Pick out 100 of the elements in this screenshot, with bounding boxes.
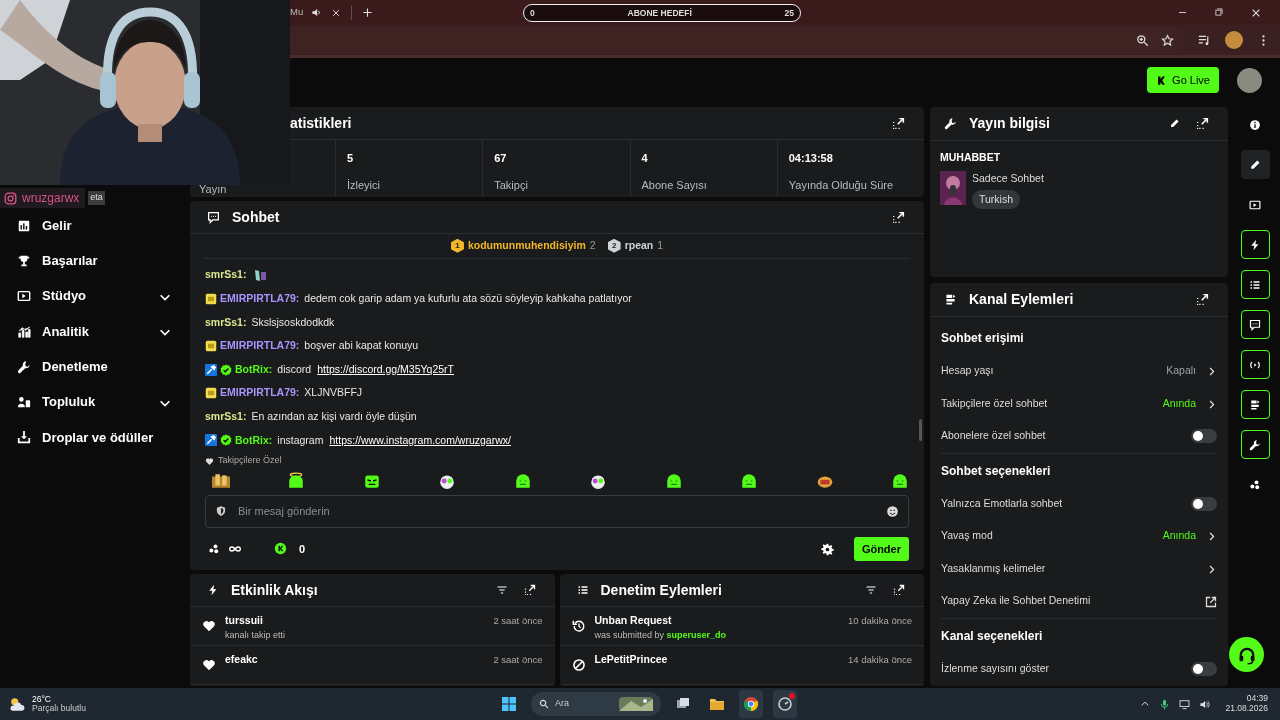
emote-icon[interactable] — [212, 471, 230, 490]
video-icon — [17, 289, 31, 304]
popout-icon — [892, 116, 905, 130]
sidebar-item[interactable]: Stüdyo — [0, 278, 190, 314]
sidebar-item[interactable]: Denetleme — [0, 349, 190, 385]
emote-icon[interactable] — [664, 471, 683, 490]
user-avatar[interactable] — [1237, 67, 1262, 93]
emote-icon[interactable] — [890, 471, 909, 490]
ban-icon — [571, 658, 586, 672]
help-button[interactable] — [1229, 637, 1264, 672]
sidebar-item[interactable]: Analitik — [0, 313, 190, 350]
setting-label: Abonelere özel sohbet — [941, 428, 1046, 444]
chat-link[interactable]: https://www.instagram.com/wruzgarwx/ — [329, 432, 511, 449]
chat-message: dedem cok garip adam ya kufurlu ata sözü söyleyip kahkaha patlatıyor — [304, 291, 632, 307]
chat-link[interactable]: https://discord.gg/M35Yq25rT — [317, 361, 454, 378]
restore-icon — [1214, 6, 1224, 17]
popout-icon — [523, 584, 536, 596]
sidebar-item[interactable]: Droplar ve ödüller — [0, 419, 190, 456]
search-field[interactable]: Ara — [531, 692, 661, 716]
chat-username[interactable]: BotRix: — [235, 432, 273, 449]
app-icon — [777, 696, 793, 712]
emote-icon[interactable] — [287, 471, 306, 490]
language-tag[interactable]: Turkish — [972, 189, 1021, 210]
setting-value: Anında — [1162, 528, 1196, 544]
chat-username[interactable]: EMIRPIRTLA79: — [220, 338, 300, 354]
setting-row[interactable]: Yapay Zeka ile Sohbet Denetimi — [930, 585, 1228, 618]
sidebar-label: Başarılar — [42, 252, 98, 271]
stat-label: Takipçi — [494, 177, 529, 193]
event-time: 2 saat önce — [493, 614, 543, 628]
setting-row[interactable]: Yasaklanmış kelimeler — [930, 552, 1228, 585]
sidebar-label: Stüdyo — [42, 287, 87, 306]
scrollbar-thumb[interactable] — [919, 418, 922, 441]
sidebar-item[interactable]: Başarılar — [0, 243, 190, 279]
bookmark-star-icon — [1161, 33, 1174, 47]
panel-toggle-button[interactable] — [1240, 390, 1270, 419]
setting-row[interactable]: Yavaş mod Anında — [930, 520, 1228, 553]
chat-icon — [1249, 318, 1261, 331]
layout-icon — [1249, 398, 1261, 411]
panel-title: Yayın bilgisi — [969, 114, 1050, 133]
display-icon — [1179, 698, 1191, 710]
emote-icon[interactable] — [513, 471, 532, 490]
panel-toggle-button[interactable] — [1240, 270, 1270, 299]
toggle-switch[interactable] — [1191, 661, 1217, 676]
send-button[interactable]: Gönder — [853, 536, 909, 561]
message-input[interactable]: Bir mesaj gönderin — [205, 495, 909, 528]
stat-label: Yayında Olduğu Süre — [788, 177, 895, 193]
toggle-switch[interactable] — [1191, 496, 1217, 511]
setting-label: İzlenme sayısını göster — [941, 660, 1049, 676]
emote-section-label: Takipçilere Özel — [218, 454, 282, 468]
event-user: efeakc — [225, 652, 258, 667]
go-live-button[interactable]: Go Live — [1147, 67, 1219, 93]
sidebar-label: Analitik — [42, 322, 89, 341]
leader-name[interactable]: rpean — [624, 237, 654, 254]
panel-toggle-button[interactable] — [1240, 150, 1270, 179]
sidebar-label: Denetleme — [42, 358, 108, 377]
setting-row[interactable]: Yalnızca Emotlarla sohbet — [930, 487, 1228, 520]
filter-icon — [495, 584, 508, 596]
setting-row[interactable]: Takipçilere özel sohbet Anında — [930, 387, 1228, 420]
people-icon — [17, 395, 31, 410]
chat-username[interactable]: smrSs1: — [205, 267, 247, 284]
sidebar-item[interactable]: Gelir — [0, 208, 190, 244]
sidebar-item[interactable]: Topluluk — [0, 384, 190, 420]
action-title: LePetitPrincee — [594, 652, 668, 667]
chat-message: instagram — [277, 432, 324, 448]
profile-avatar[interactable] — [1225, 31, 1243, 49]
chat-username[interactable]: EMIRPIRTLA79: — [220, 291, 300, 307]
panel-title: Denetim Eylemleri — [600, 580, 722, 600]
setting-row[interactable]: Hesap yaşı Kapalı — [930, 355, 1228, 388]
chat-message: boşver abi kapat konuyu — [304, 338, 419, 354]
tab-title[interactable]: Mu — [290, 5, 304, 20]
heart-icon — [202, 619, 216, 633]
goal-label: ABONE HEDEFİ — [627, 6, 692, 20]
taskbar-app-button[interactable] — [739, 690, 763, 718]
emote-icon[interactable] — [740, 471, 759, 490]
action-time: 14 dakika önce — [848, 653, 912, 667]
chat-username[interactable]: smrSs1: — [205, 409, 247, 425]
setting-row[interactable]: Abonelere özel sohbet — [930, 420, 1228, 453]
panel-toggle-button[interactable] — [1240, 350, 1270, 379]
panel-toggle-button[interactable] — [1240, 230, 1270, 259]
rank-badge: 2 — [607, 238, 621, 253]
list-icon — [576, 584, 589, 596]
info-icon — [1249, 118, 1261, 131]
taskbar-app-button[interactable] — [773, 690, 797, 718]
setting-row[interactable]: İzlenme sayısını göster — [930, 652, 1228, 685]
toggle-switch[interactable] — [1191, 429, 1217, 444]
undo-icon — [571, 619, 586, 633]
chat-message: XLJNVBFFJ — [304, 385, 363, 401]
panel-toggle-button[interactable] — [1240, 430, 1270, 459]
chat-username[interactable]: EMIRPIRTLA79: — [220, 385, 300, 402]
browser-icon — [743, 696, 759, 712]
stat-value: 04:13:58 — [788, 151, 834, 166]
chat-username[interactable]: smrSs1: — [205, 314, 247, 331]
leader-name[interactable]: kodumunmuhendisiyim — [467, 237, 586, 254]
chat-username[interactable]: BotRix: — [235, 361, 273, 378]
panel-toggle-button[interactable] — [1240, 310, 1270, 339]
heart-icon — [202, 658, 216, 672]
trophy-icon — [17, 253, 31, 268]
stat-label: İzleyici — [347, 177, 381, 193]
section-heading: Kanal seçenekleri — [940, 627, 1044, 645]
instagram-icon — [4, 191, 17, 205]
